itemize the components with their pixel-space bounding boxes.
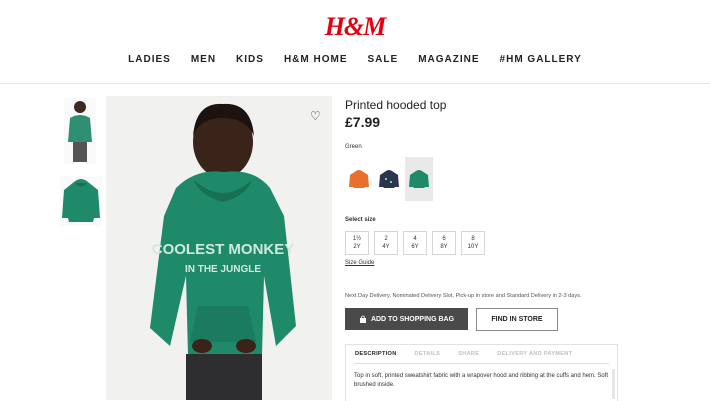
hoodie-print-line2: IN THE JUNGLE xyxy=(185,264,261,275)
nav-item-kids[interactable]: KIDS xyxy=(226,54,274,65)
size-guide-link[interactable]: Size Guide xyxy=(345,260,374,266)
description-text: Top in soft, printed sweatshirt fabric w… xyxy=(354,363,609,390)
product-info: Printed hooded top £7.99 xyxy=(345,98,625,130)
tab-share[interactable]: SHARE xyxy=(449,351,488,357)
delivery-info: Next Day Delivery, Nominated Delivery Sl… xyxy=(345,293,582,299)
header-divider xyxy=(0,83,710,84)
size-option[interactable]: 6 8Y xyxy=(432,231,456,255)
favorite-heart-icon[interactable]: ♡ xyxy=(310,109,321,123)
add-to-bag-button[interactable]: ADD TO SHOPPING BAG xyxy=(345,308,468,330)
swatch-green[interactable] xyxy=(405,157,433,201)
thumbnail-model[interactable] xyxy=(64,98,96,164)
product-price: £7.99 xyxy=(345,114,381,130)
tab-description[interactable]: DESCRIPTION xyxy=(346,351,406,357)
swatch-navy[interactable] xyxy=(375,157,403,201)
product-image: COOLEST MONKEY IN THE JUNGLE xyxy=(106,96,332,400)
nav-item-sale[interactable]: SALE xyxy=(358,54,409,65)
scrollbar[interactable] xyxy=(612,369,615,399)
nav-item-home[interactable]: H&M HOME xyxy=(274,54,358,65)
size-label: Select size xyxy=(345,217,376,223)
nav-item-magazine[interactable]: MAGAZINE xyxy=(408,54,489,65)
nav-item-men[interactable]: MEN xyxy=(181,54,226,65)
hoodie-print-line1: COOLEST MONKEY xyxy=(152,241,295,258)
size-options: 1½ 2Y 2 4Y 4 6Y 6 8Y 8 10Y xyxy=(345,231,485,255)
size-option[interactable]: 8 10Y xyxy=(461,231,485,255)
thumbnail-hoodie[interactable] xyxy=(60,176,102,226)
swatch-orange[interactable] xyxy=(345,157,373,201)
brand-logo[interactable]: H&M xyxy=(0,12,710,42)
product-tabs: DESCRIPTION DETAILS SHARE DELIVERY AND P… xyxy=(345,344,618,401)
color-swatches xyxy=(345,157,433,201)
tab-delivery-payment[interactable]: DELIVERY AND PAYMENT xyxy=(488,351,581,357)
find-in-store-button[interactable]: FIND IN STORE xyxy=(476,308,558,331)
main-nav: LADIES MEN KIDS H&M HOME SALE MAGAZINE #… xyxy=(0,54,710,65)
tab-details[interactable]: DETAILS xyxy=(406,351,450,357)
product-name: Printed hooded top xyxy=(345,98,447,112)
size-option[interactable]: 2 4Y xyxy=(374,231,398,255)
nav-item-ladies[interactable]: LADIES xyxy=(118,54,181,65)
shopping-bag-icon xyxy=(359,315,366,323)
nav-item-gallery[interactable]: #HM GALLERY xyxy=(490,54,592,65)
size-option[interactable]: 4 6Y xyxy=(403,231,427,255)
size-option[interactable]: 1½ 2Y xyxy=(345,231,369,255)
color-label: Green xyxy=(345,144,362,150)
